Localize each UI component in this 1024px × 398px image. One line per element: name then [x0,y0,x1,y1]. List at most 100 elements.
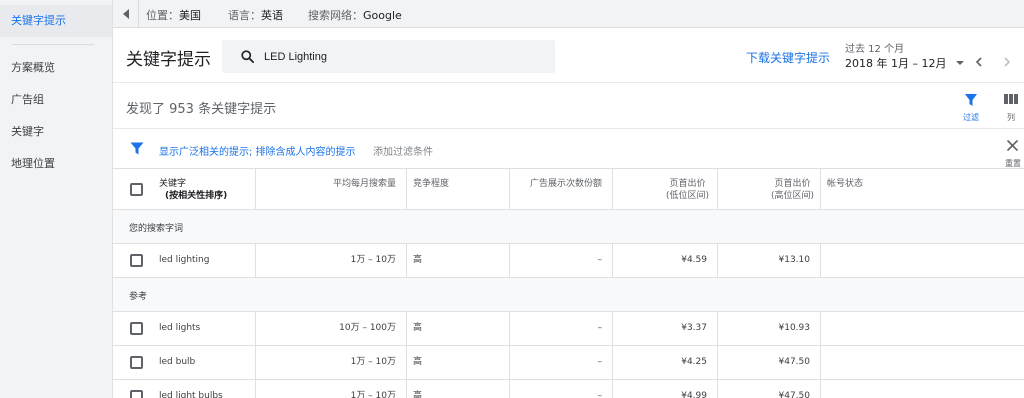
sidebar-divider [12,44,94,45]
location-label: 位置： [146,9,179,22]
results-count: 发现了 953 条关键字提示 [126,102,277,117]
location-value: 美国 [179,9,201,22]
impression-share-cell: – [510,312,613,345]
keyword-cell[interactable]: led light bulbs [153,380,256,398]
section-your-terms-label: 您的搜索字词 [129,224,184,234]
bid-high-cell: ¥47.50 [718,380,821,398]
bid-low-cell: ¥3.37 [613,312,718,345]
search-icon [241,50,254,63]
header-bid-high-line2: (高位区间) [770,191,814,201]
sidebar-item-keyword-ideas[interactable]: 关键字提示 [0,5,112,37]
sidebar-item-plan-overview[interactable]: 方案概览 [0,52,112,84]
location-setting[interactable]: 位置：美国 [146,7,201,23]
header-impression-share-text: 广告展示次数份额 [529,179,602,189]
download-keyword-ideas-link[interactable]: 下载关键字提示 [746,49,830,66]
header-bid-low-text: 页首出价 (低位区间) [666,178,709,202]
bid-high-cell: ¥47.50 [718,346,821,379]
header-competition[interactable]: 竞争程度 [407,169,510,210]
avg-searches-cell: 1万 – 10万 [256,244,407,277]
bid-high-cell: ¥10.93 [718,312,821,345]
header-competition-text: 竞争程度 [413,179,450,189]
keyword-table: 关键字 (按相关性排序) 平均每月搜索量 竞争程度 广告展示次数份额 页首出价 … [113,168,1024,398]
table-header: 关键字 (按相关性排序) 平均每月搜索量 竞争程度 广告展示次数份额 页首出价 … [113,168,1024,210]
account-status-cell [821,346,1024,379]
results-divider [113,128,1024,129]
header-bid-low[interactable]: 页首出价 (低位区间) [613,169,718,210]
header-keyword-text: 关键字 (按相关性排序) [159,178,227,202]
bid-high-cell: ¥13.10 [718,244,821,277]
row-checkbox[interactable] [130,254,143,267]
header-divider [113,82,1024,83]
keyword-cell[interactable]: led lighting [153,244,256,277]
row-select-cell [113,346,153,379]
header-bid-high-line1: 页首出价 [774,179,811,189]
keyword-cell[interactable]: led lights [153,312,256,345]
header-account-status[interactable]: 帐号状态 [821,169,1024,210]
impression-share-cell: – [510,346,613,379]
language-setting[interactable]: 语言：英语 [228,7,283,23]
avg-searches-cell: 1万 – 10万 [256,380,407,398]
header-avg-searches-text: 平均每月搜索量 [332,179,396,189]
add-filter-link[interactable]: 添加过滤条件 [373,143,433,158]
chevron-left-icon[interactable] [972,55,986,69]
impression-share-cell: – [510,244,613,277]
date-range-select[interactable]: 2018 年 1月 – 12月 [845,55,967,71]
sidebar-item-ad-groups[interactable]: 广告组 [0,84,112,116]
row-checkbox[interactable] [130,322,143,335]
header-bid-low-line2: (低位区间) [665,191,709,201]
columns-label: 列 [1007,113,1015,122]
network-label: 搜索网络： [308,9,363,22]
avg-searches-cell: 10万 – 100万 [256,312,407,345]
bid-low-cell: ¥4.59 [613,244,718,277]
row-checkbox[interactable] [130,356,143,369]
search-input[interactable] [264,40,544,73]
page-title: 关键字提示 [126,50,211,70]
header-keyword[interactable]: 关键字 (按相关性排序) [153,169,256,210]
date-range-label: 过去 12 个月 [845,44,905,55]
network-setting[interactable]: 搜索网络：Google [308,7,402,23]
competition-cell: 高 [407,312,510,345]
table-row[interactable]: led lights 10万 – 100万高 – ¥3.37 ¥10.93 [113,312,1024,346]
header-keyword-line2: (按相关性排序) [165,191,228,201]
select-all-checkbox[interactable] [130,183,143,196]
bid-low-cell: ¥4.99 [613,380,718,398]
bid-low-cell: ¥4.25 [613,346,718,379]
header-keyword-line1: 关键字 [159,179,187,189]
avg-searches-cell: 1万 – 10万 [256,346,407,379]
section-reference-label: 参考 [129,292,148,302]
keyword-cell[interactable]: led bulb [153,346,256,379]
search-box[interactable] [222,40,555,73]
columns-icon [1004,94,1018,104]
table-row[interactable]: led light bulbs 1万 – 10万高 – ¥4.99 ¥47.50 [113,380,1024,398]
filter-label: 过滤 [963,113,979,122]
section-your-terms: 您的搜索字词 [113,210,1024,244]
reset-filters-button[interactable]: 重置 [1003,137,1023,169]
sidebar: 关键字提示 方案概览 广告组 关键字 地理位置 [0,0,113,398]
header-avg-searches[interactable]: 平均每月搜索量 [256,169,407,210]
account-status-cell [821,312,1024,345]
table-row[interactable]: led lighting 1万 – 10万高 – ¥4.59 ¥13.10 [113,244,1024,278]
columns-button[interactable]: 列 [996,91,1024,125]
filter-icon [965,94,977,106]
sidebar-item-locations[interactable]: 地理位置 [0,148,112,180]
competition-cell: 高 [407,346,510,379]
collapse-sidebar-button[interactable] [113,0,139,28]
header-bid-high[interactable]: 页首出价 (高位区间) [718,169,821,210]
table-row[interactable]: led bulb 1万 – 10万高 – ¥4.25 ¥47.50 [113,346,1024,380]
sidebar-item-keywords[interactable]: 关键字 [0,116,112,148]
header-select-cell [113,169,153,210]
top-bar: 位置：美国 语言：英语 搜索网络：Google [113,0,1024,28]
active-filters-link[interactable]: 显示广泛相关的提示; 排除含成人内容的提示 [159,143,356,158]
header-bid-high-text: 页首出价 (高位区间) [771,178,814,202]
account-status-cell [821,244,1024,277]
account-status-cell [821,380,1024,398]
competition-cell: 高 [407,244,510,277]
filter-button[interactable]: 过滤 [956,91,986,125]
caret-down-icon[interactable] [956,61,964,65]
row-checkbox[interactable] [130,390,143,398]
header-account-status-text: 帐号状态 [827,179,864,189]
close-icon [1006,139,1019,152]
section-reference: 参考 [113,278,1024,312]
header-impression-share[interactable]: 广告展示次数份额 [510,169,613,210]
chevron-right-icon[interactable] [1000,55,1014,69]
